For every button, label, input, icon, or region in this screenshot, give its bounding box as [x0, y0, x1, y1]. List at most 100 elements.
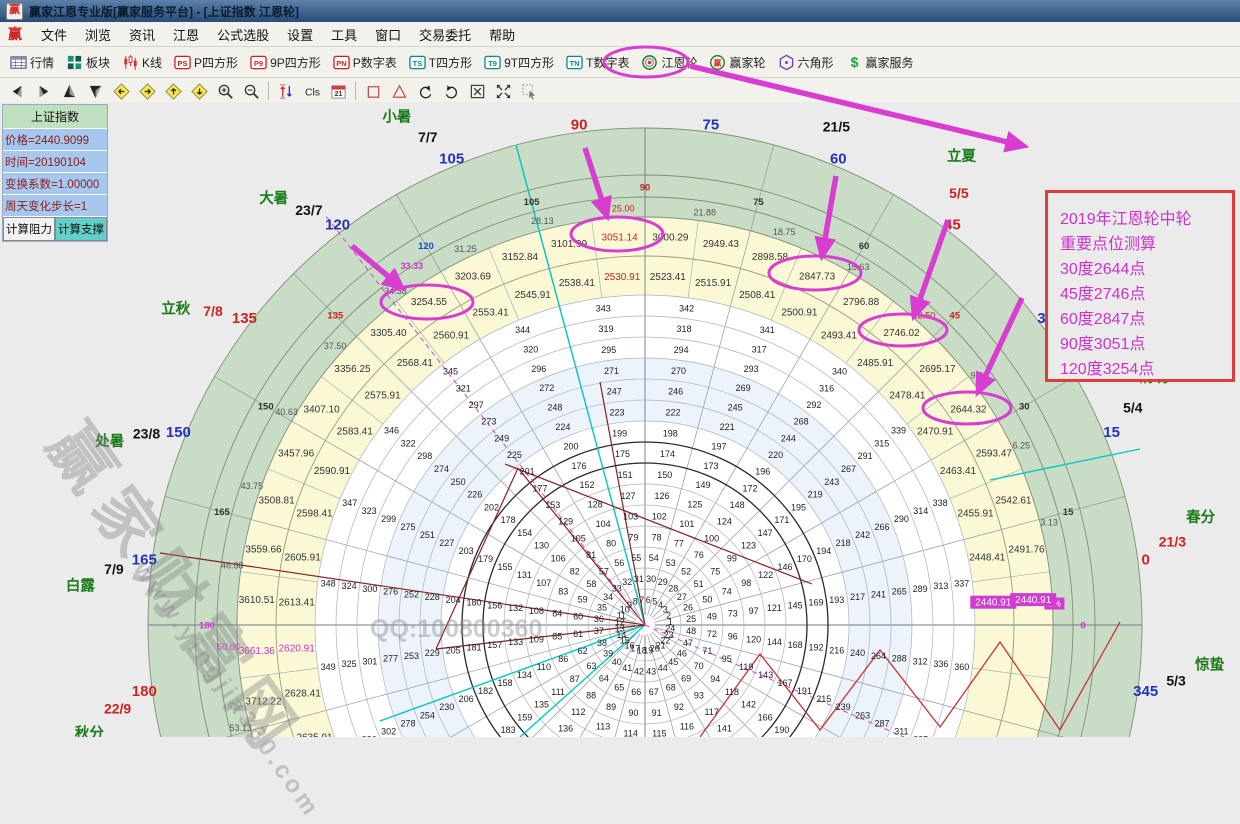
- svg-text:97: 97: [749, 606, 759, 616]
- svg-text:2590.91: 2590.91: [314, 466, 351, 477]
- svg-text:0: 0: [1080, 620, 1085, 631]
- toolbar-item-hexagon[interactable]: 六角形: [772, 51, 840, 74]
- svg-text:2530.91: 2530.91: [604, 272, 641, 283]
- svg-text:99: 99: [727, 554, 737, 564]
- calendar-button[interactable]: 21: [325, 79, 351, 103]
- close-box-button[interactable]: [464, 79, 490, 103]
- svg-text:赢: 赢: [714, 57, 722, 67]
- svg-text:145: 145: [788, 600, 803, 610]
- menu-item-news[interactable]: 资讯: [120, 26, 164, 45]
- badge-tn-icon: TN: [566, 54, 583, 71]
- cls-icon: Cls: [304, 83, 321, 100]
- menu-item-formula-stock-pick[interactable]: 公式选股: [208, 26, 278, 45]
- menu-item-help[interactable]: 帮助: [480, 26, 524, 45]
- nav-up-button[interactable]: [56, 79, 82, 103]
- svg-text:25: 25: [686, 614, 696, 624]
- svg-text:193: 193: [829, 595, 844, 605]
- shift-down-button[interactable]: [186, 79, 212, 103]
- svg-text:301: 301: [362, 656, 377, 666]
- svg-text:272: 272: [539, 383, 554, 393]
- calc-support-button[interactable]: 计算支撑: [55, 217, 107, 241]
- toolbar-item-t-square[interactable]: TST四方形: [403, 51, 478, 74]
- info-row-1: 时间=20190104: [3, 151, 107, 173]
- svg-text:133: 133: [508, 637, 523, 647]
- svg-text:311: 311: [894, 726, 908, 736]
- svg-text:153: 153: [545, 500, 560, 510]
- nav-down-button[interactable]: [82, 79, 108, 103]
- svg-text:222: 222: [665, 408, 680, 418]
- shift-up-button[interactable]: [160, 79, 186, 103]
- nav-forward-button[interactable]: [30, 79, 56, 103]
- svg-text:220: 220: [768, 450, 783, 460]
- toolbar-item-9p-square[interactable]: P99P四方形: [244, 51, 327, 74]
- svg-text:45: 45: [668, 657, 678, 667]
- draw-triangle-button[interactable]: [386, 79, 412, 103]
- svg-text:150: 150: [657, 470, 672, 480]
- svg-text:2500.91: 2500.91: [781, 308, 818, 319]
- select-tool-button[interactable]: [516, 79, 542, 103]
- menu-item-trade-entrust[interactable]: 交易委托: [410, 26, 480, 45]
- svg-text:271: 271: [604, 366, 619, 376]
- svg-text:180: 180: [132, 683, 157, 700]
- svg-text:2448.41: 2448.41: [969, 552, 1006, 563]
- shift-right-button[interactable]: [134, 79, 160, 103]
- toolbar-item-9t-square[interactable]: T99T四方形: [478, 51, 560, 74]
- zoom-in-button[interactable]: [212, 79, 238, 103]
- annotation-line-3: 45度2746点: [1060, 282, 1232, 307]
- svg-text:180: 180: [466, 598, 481, 608]
- svg-text:2440.91: 2440.91: [1015, 595, 1052, 606]
- svg-text:216: 216: [829, 645, 844, 655]
- svg-text:2523.41: 2523.41: [650, 272, 687, 283]
- toolbar-item-gann-wheel[interactable]: 江恩轮: [635, 51, 703, 74]
- rotate-ccw-button[interactable]: [412, 79, 438, 103]
- menu-item-window[interactable]: 窗口: [366, 26, 410, 45]
- svg-text:116: 116: [680, 721, 694, 731]
- cls-button[interactable]: Cls: [299, 79, 325, 103]
- svg-text:276: 276: [383, 587, 398, 597]
- diamond-left-icon: [113, 83, 130, 100]
- toolbar-label-p-number-table: P数字表: [353, 54, 397, 71]
- svg-text:227: 227: [439, 538, 454, 548]
- nav-back-button[interactable]: [4, 79, 30, 103]
- svg-text:36: 36: [594, 614, 604, 624]
- svg-text:183: 183: [501, 725, 516, 735]
- svg-text:23/8: 23/8: [133, 426, 160, 442]
- zoom-out-button[interactable]: [238, 79, 264, 103]
- toolbar-item-p-square[interactable]: PSP四方形: [168, 51, 244, 74]
- svg-text:70: 70: [694, 661, 704, 671]
- toolbar-item-t-number-table[interactable]: TNT数字表: [560, 51, 635, 74]
- svg-text:53.13: 53.13: [230, 723, 253, 733]
- svg-text:135: 135: [327, 311, 344, 322]
- rotate-cw-button[interactable]: [438, 79, 464, 103]
- menu-item-file[interactable]: 文件: [32, 26, 76, 45]
- shift-left-button[interactable]: [108, 79, 134, 103]
- svg-text:109: 109: [529, 634, 544, 644]
- svg-text:343: 343: [596, 303, 611, 313]
- fit-view-button[interactable]: [490, 79, 516, 103]
- svg-text:114: 114: [624, 729, 638, 737]
- toolbar-item-p-number-table[interactable]: PNP数字表: [327, 51, 403, 74]
- rot-r-icon: [443, 83, 460, 100]
- svg-text:105: 105: [571, 533, 586, 543]
- menu-item-gann[interactable]: 江恩: [164, 26, 208, 45]
- toolbar-item-winner-service[interactable]: $赢家服务: [840, 51, 920, 74]
- toolbar-item-winner-wheel[interactable]: 赢赢家轮: [703, 51, 771, 74]
- updown-scale-button[interactable]: [273, 79, 299, 103]
- menu-item-settings[interactable]: 设置: [278, 26, 322, 45]
- toolbar-item-kline[interactable]: K线: [116, 51, 168, 74]
- svg-text:298: 298: [417, 451, 432, 461]
- svg-text:$: $: [850, 55, 858, 71]
- toolbar-item-sectors[interactable]: 板块: [60, 51, 116, 74]
- svg-text:2508.41: 2508.41: [739, 290, 776, 301]
- svg-text:57: 57: [599, 567, 609, 577]
- menu-item-browse[interactable]: 浏览: [76, 26, 120, 45]
- svg-text:大暑: 大暑: [259, 189, 288, 207]
- calc-resistance-button[interactable]: 计算阻力: [3, 217, 55, 241]
- toolbar-item-market-quotes[interactable]: 行情: [4, 51, 60, 74]
- menu-item-tools[interactable]: 工具: [322, 26, 366, 45]
- svg-text:82: 82: [570, 566, 580, 576]
- tri-up-icon: [61, 83, 78, 100]
- svg-text:49: 49: [707, 611, 717, 621]
- svg-text:100: 100: [704, 533, 719, 543]
- draw-square-button[interactable]: [360, 79, 386, 103]
